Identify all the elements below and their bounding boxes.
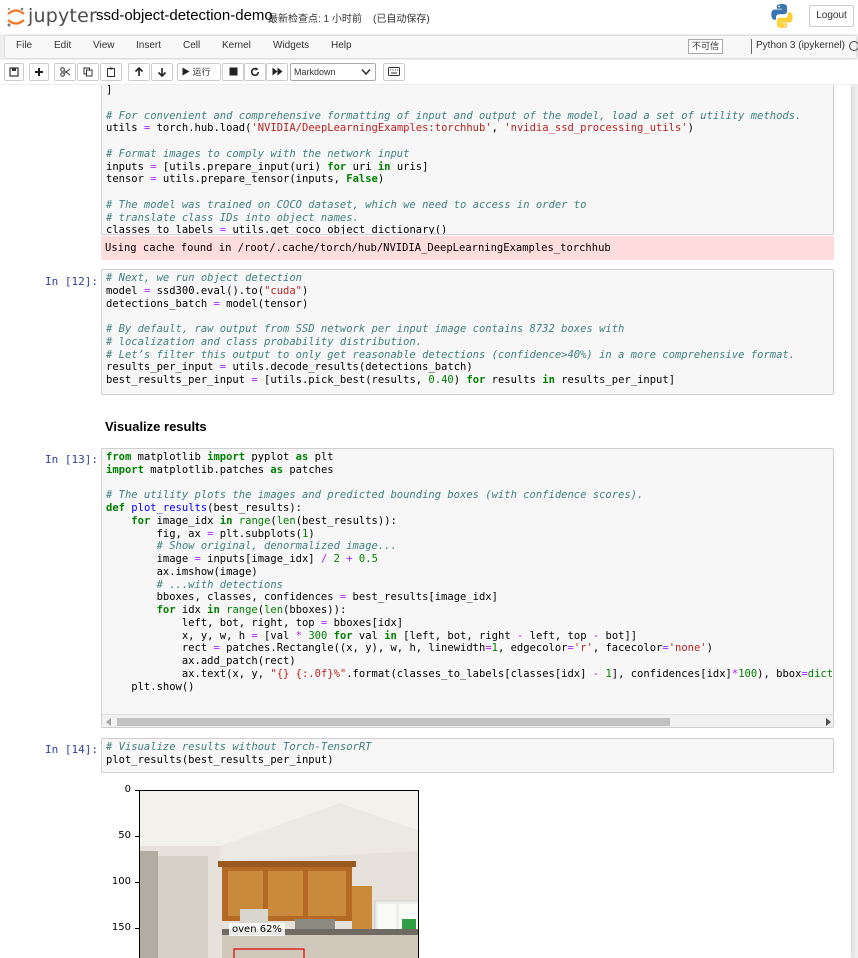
restart-button[interactable] bbox=[244, 63, 266, 81]
code-cell-13[interactable]: from matplotlib import pyplot as plt imp… bbox=[101, 448, 834, 728]
cell-type-value: Markdown bbox=[294, 67, 336, 77]
kernel-separator bbox=[751, 39, 752, 54]
copy-icon bbox=[83, 67, 93, 77]
menu-widgets[interactable]: Widgets bbox=[273, 40, 309, 51]
y-tick-50: 50 bbox=[118, 830, 131, 841]
scroll-left-icon[interactable] bbox=[106, 718, 112, 726]
trust-indicator[interactable]: 不可信 bbox=[688, 39, 723, 54]
code-cell-top[interactable]: ] # For convenient and comprehensive for… bbox=[101, 85, 834, 235]
kernel-idle-icon bbox=[849, 41, 858, 51]
paste-button[interactable] bbox=[100, 63, 122, 81]
notebook-page: ] # For convenient and comprehensive for… bbox=[0, 85, 851, 958]
notebook-area[interactable]: ] # For convenient and comprehensive for… bbox=[0, 85, 858, 958]
run-button-label: 运行 bbox=[192, 67, 211, 77]
code-cell-14[interactable]: # Visualize results without Torch-Tensor… bbox=[101, 738, 834, 773]
interrupt-button[interactable] bbox=[222, 63, 244, 81]
y-tick-100: 100 bbox=[111, 876, 131, 887]
cut-button[interactable] bbox=[54, 63, 76, 81]
fast-forward-icon bbox=[272, 67, 282, 76]
scissors-icon bbox=[59, 67, 70, 77]
cell-13-prompt: In [13]: bbox=[45, 453, 98, 466]
kernel-name[interactable]: Python 3 (ipykernel) bbox=[756, 40, 845, 51]
menu-file[interactable]: File bbox=[16, 40, 32, 51]
arrow-up-icon bbox=[134, 66, 144, 76]
cell-12-prompt: In [12]: bbox=[45, 275, 98, 288]
markdown-heading[interactable]: Visualize results bbox=[105, 419, 207, 434]
menu-cell[interactable]: Cell bbox=[183, 40, 200, 51]
output-plot: 0 50 100 150 oven 62% bbox=[101, 780, 441, 958]
code-cell-12[interactable]: # Next, we run object detection model = … bbox=[101, 269, 834, 395]
menu-kernel[interactable]: Kernel bbox=[222, 40, 251, 51]
toolbar: 运行 Markdown bbox=[0, 60, 858, 84]
y-tick-150: 150 bbox=[111, 922, 131, 933]
python-logo-icon bbox=[771, 4, 793, 28]
menu-help[interactable]: Help bbox=[331, 40, 352, 51]
plot-axes: oven 62% bbox=[139, 790, 419, 958]
run-button[interactable]: 运行 bbox=[177, 63, 221, 81]
chevron-down-icon bbox=[361, 68, 371, 76]
detection-label: oven 62% bbox=[229, 923, 285, 936]
logout-button[interactable]: Logout bbox=[809, 5, 854, 27]
scrollbar-thumb[interactable] bbox=[117, 718, 670, 726]
restart-icon bbox=[250, 67, 260, 76]
stop-icon bbox=[229, 67, 237, 76]
keyboard-icon bbox=[388, 67, 400, 76]
insert-cell-button[interactable] bbox=[29, 63, 49, 81]
plus-icon bbox=[35, 68, 43, 76]
notebook-header: jupyter ssd-object-detection-demo 最新检查点:… bbox=[0, 0, 858, 34]
jupyter-logo[interactable]: jupyter bbox=[6, 4, 97, 30]
save-button[interactable] bbox=[4, 63, 24, 81]
notebook-name[interactable]: ssd-object-detection-demo bbox=[96, 7, 273, 24]
play-icon bbox=[182, 67, 190, 76]
checkpoint-status: 最新检查点: 1 小时前 bbox=[268, 14, 362, 25]
move-up-button[interactable] bbox=[128, 63, 150, 81]
horizontal-scrollbar[interactable] bbox=[102, 714, 833, 727]
jupyter-logo-text: jupyter bbox=[28, 5, 97, 27]
scroll-right-icon[interactable] bbox=[825, 718, 831, 726]
code-cell-14-source[interactable]: # Visualize results without Torch-Tensor… bbox=[102, 739, 833, 769]
cell-type-select[interactable]: Markdown bbox=[290, 63, 376, 81]
copy-button[interactable] bbox=[77, 63, 99, 81]
menu-insert[interactable]: Insert bbox=[136, 40, 161, 51]
paste-icon bbox=[107, 67, 115, 77]
code-cell-13-source[interactable]: from matplotlib import pyplot as plt imp… bbox=[102, 449, 833, 695]
jupyter-logo-icon bbox=[7, 7, 25, 27]
stderr-output: Using cache found in /root/.cache/torch/… bbox=[101, 236, 834, 260]
stderr-text: Using cache found in /root/.cache/torch/… bbox=[105, 242, 611, 254]
menu-edit[interactable]: Edit bbox=[54, 40, 71, 51]
cell-14-prompt: In [14]: bbox=[45, 743, 98, 756]
restart-run-all-button[interactable] bbox=[266, 63, 288, 81]
save-icon bbox=[9, 67, 19, 77]
move-down-button[interactable] bbox=[151, 63, 173, 81]
code-cell-top-source[interactable]: ] # For convenient and comprehensive for… bbox=[102, 85, 833, 234]
autosave-status: (已自动保存) bbox=[373, 14, 430, 25]
y-tick-0: 0 bbox=[124, 784, 131, 795]
arrow-down-icon bbox=[157, 68, 167, 78]
command-palette-button[interactable] bbox=[383, 63, 405, 81]
menubar: File Edit View Insert Cell Kernel Widget… bbox=[4, 35, 858, 59]
menu-view[interactable]: View bbox=[93, 40, 115, 51]
code-cell-12-source[interactable]: # Next, we run object detection model = … bbox=[102, 270, 833, 389]
